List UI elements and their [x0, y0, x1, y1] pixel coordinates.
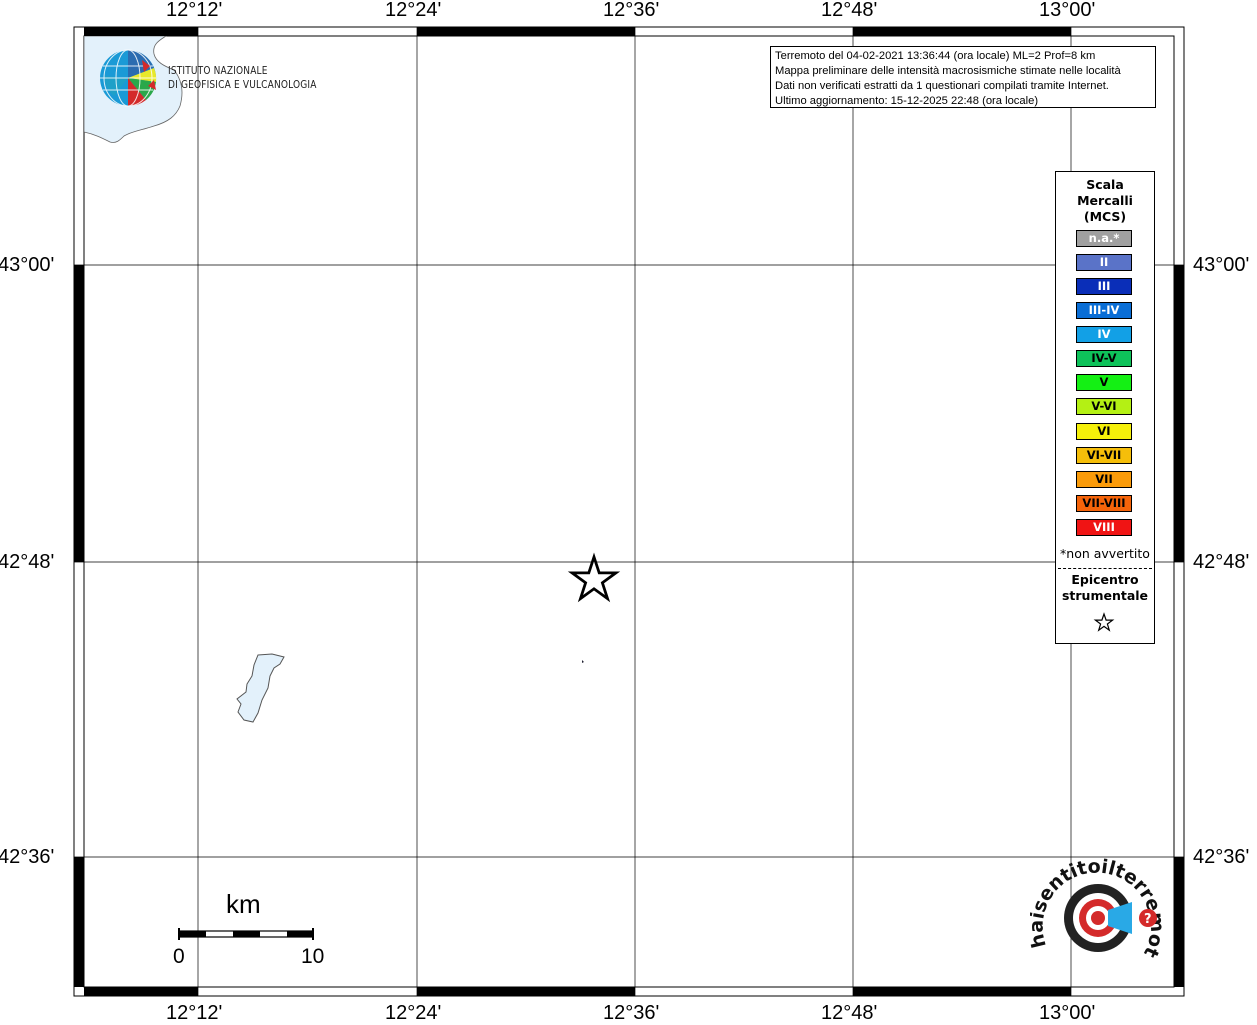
legend-swatch: VI-VII — [1076, 447, 1132, 464]
event-info-line4: Ultimo aggiornamento: 15-12-2025 22:48 (… — [775, 95, 1039, 107]
legend-epicenter-line1: Epicentro — [1071, 572, 1139, 587]
lon-label-bottom-4: 12°48' — [821, 1002, 878, 1024]
legend-epicenter-label: Epicentro strumentale — [1056, 572, 1154, 604]
legend-swatch: IV — [1076, 326, 1132, 343]
haisentito-badge-icon[interactable]: haisentitoilterremoto.it ? — [1030, 852, 1170, 982]
lon-label-bottom-2: 12°24' — [385, 1002, 442, 1024]
scalebar-unit: km — [226, 889, 261, 919]
svg-text:?: ? — [1144, 912, 1152, 927]
legend-swatch: VII — [1076, 471, 1132, 488]
mcs-legend: Scala Mercalli (MCS) n.a.* II III III-IV… — [1055, 171, 1155, 644]
lon-label-top-2: 12°24' — [385, 0, 442, 21]
tiny-water-mark — [582, 660, 584, 663]
institute-name-line2: DI GEOFISICA E VULCANOLOGIA — [168, 78, 317, 91]
map-frame-inner — [83, 35, 1175, 988]
epicenter-star-icon — [567, 552, 621, 603]
legend-swatch: III-IV — [1076, 302, 1132, 319]
lon-label-bottom-1: 12°12' — [166, 1002, 223, 1024]
lake — [236, 653, 285, 723]
lon-label-top-3: 12°36' — [603, 0, 660, 21]
lon-label-bottom-5: 13°00' — [1039, 1002, 1096, 1024]
event-info-line1: Terremoto del 04-02-2021 13:36:44 (ora l… — [775, 50, 1096, 62]
scalebar — [178, 928, 314, 940]
lat-label-left-2: 42°48' — [0, 551, 55, 573]
lat-label-right-3: 42°36' — [1193, 846, 1250, 868]
legend-swatch: VIII — [1076, 519, 1132, 536]
legend-swatch: V-VI — [1076, 398, 1132, 415]
legend-swatch: VII-VIII — [1076, 495, 1132, 512]
lon-label-top-5: 13°00' — [1039, 0, 1096, 21]
lon-label-bottom-3: 12°36' — [603, 1002, 660, 1024]
legend-swatch: II — [1076, 254, 1132, 271]
legend-swatch: VI — [1076, 423, 1132, 440]
frame-ticks — [74, 27, 1184, 996]
legend-title-line1: Scala — [1086, 177, 1124, 192]
legend-swatch: IV-V — [1076, 350, 1132, 367]
legend-not-felt-note: *non avvertito — [1060, 546, 1150, 561]
scalebar-min-label: 0 — [173, 945, 185, 968]
event-info-box: Terremoto del 04-02-2021 13:36:44 (ora l… — [770, 46, 1156, 108]
lon-label-top-1: 12°12' — [166, 0, 223, 21]
event-info-line3: Dati non verificati estratti da 1 questi… — [775, 80, 1109, 92]
legend-title: Scala Mercalli (MCS) — [1056, 177, 1154, 225]
lat-label-left-3: 42°36' — [0, 846, 55, 868]
legend-title-line2: Mercalli — [1077, 193, 1133, 208]
legend-swatch: n.a.* — [1076, 230, 1132, 247]
lat-label-left-1: 43°00' — [0, 254, 55, 276]
legend-star-icon — [1093, 612, 1115, 632]
legend-divider — [1058, 568, 1152, 569]
legend-swatch: III — [1076, 278, 1132, 295]
legend-epicenter-line2: strumentale — [1061, 588, 1149, 603]
map-frame-outer — [73, 26, 1185, 997]
scalebar-max-label: 10 — [301, 945, 325, 968]
lat-label-right-1: 43°00' — [1193, 254, 1250, 276]
graticule — [74, 27, 1184, 996]
lon-label-top-4: 12°48' — [821, 0, 878, 21]
legend-swatch: V — [1076, 374, 1132, 391]
event-info-line2: Mappa preliminare delle intensità macros… — [775, 65, 1121, 77]
institute-name-line1: ISTITUTO NAZIONALE — [168, 64, 268, 77]
legend-title-line3: (MCS) — [1083, 209, 1127, 224]
lat-label-right-2: 42°48' — [1193, 551, 1250, 573]
